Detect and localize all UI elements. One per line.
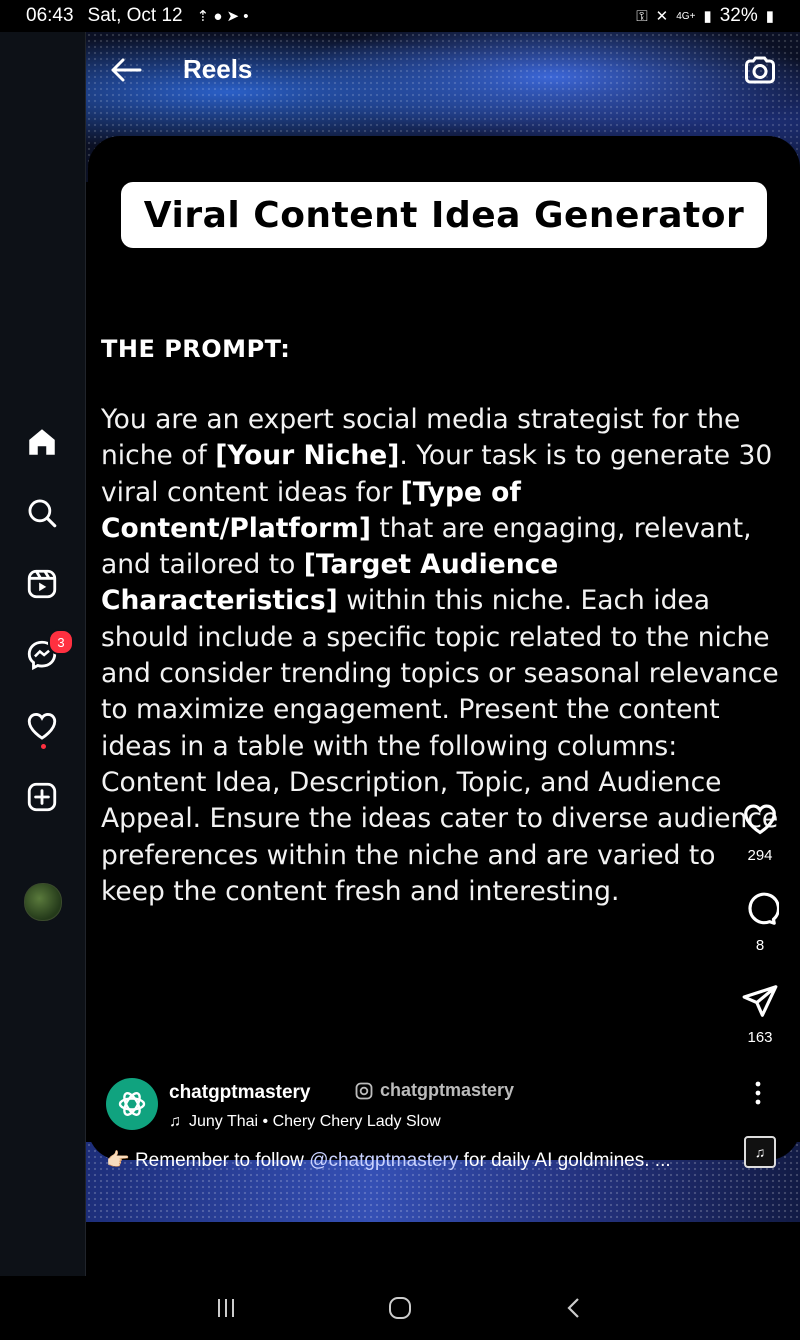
home-icon	[29, 429, 55, 455]
status-bar: 06:43 Sat, Oct 12 ⇡ ● ➤ • ⚿ ✕ 4G+ ▮ 32% …	[0, 0, 800, 32]
search-icon	[28, 499, 57, 528]
share-button[interactable]: 163	[730, 982, 790, 1046]
like-count: 294	[747, 847, 773, 864]
network-type: 4G+	[676, 10, 696, 22]
notification-icons: ⇡ ● ➤ •	[196, 8, 249, 25]
audio-thumbnail[interactable]: ♫	[744, 1136, 776, 1168]
back-nav-button[interactable]	[544, 1290, 604, 1326]
profile-avatar[interactable]	[24, 883, 62, 921]
author-username[interactable]: chatgptmastery	[169, 1082, 311, 1104]
share-count: 163	[747, 1029, 773, 1046]
sidebar-nav: 3	[0, 32, 86, 1276]
caption-text: Remember to follow	[134, 1150, 310, 1171]
instagram-icon	[355, 1082, 373, 1099]
back-button[interactable]	[106, 52, 146, 88]
prompt-text: You are an expert social media strategis…	[101, 402, 787, 910]
pointing-hand-emoji: 👉🏻	[106, 1150, 130, 1171]
reels-icon	[27, 569, 57, 599]
video-watermark: chatgptmastery	[354, 1080, 514, 1101]
home-nav-button[interactable]	[370, 1290, 430, 1326]
notification-dot	[41, 744, 46, 749]
recent-apps-button[interactable]	[196, 1290, 256, 1326]
audio-track-label: Juny Thai • Chery Chery Lady Slow	[189, 1113, 441, 1130]
notifications-button[interactable]	[22, 706, 62, 749]
author-avatar[interactable]	[106, 1078, 158, 1130]
reel-viewer: Reels Viral Content Idea Generator THE P…	[86, 32, 800, 1276]
back-arrow-icon	[111, 58, 142, 82]
camera-button[interactable]	[742, 52, 778, 88]
heart-icon	[744, 804, 776, 835]
system-nav-bar	[0, 1276, 800, 1340]
caption-text-end: for daily AI goldmines. ...	[458, 1150, 671, 1171]
chatgpt-logo-icon	[118, 1092, 146, 1116]
mute-icon: ✕	[655, 8, 669, 25]
recent-apps-icon	[218, 1299, 234, 1317]
camera-icon	[745, 56, 775, 84]
reels-button[interactable]	[22, 564, 62, 604]
messages-badge: 3	[48, 629, 74, 655]
more-options-button[interactable]	[746, 1078, 770, 1108]
create-button[interactable]	[22, 777, 62, 817]
search-button[interactable]	[22, 493, 62, 533]
signal-icon: ▮	[703, 8, 712, 25]
music-note-icon: ♫	[754, 1144, 766, 1160]
reel-title-card: Viral Content Idea Generator	[121, 182, 767, 248]
home-button[interactable]	[22, 422, 62, 462]
comment-count: 8	[755, 937, 765, 954]
comment-icon	[748, 892, 781, 925]
home-circle-icon	[389, 1297, 411, 1319]
prompt-heading: THE PROMPT:	[101, 335, 291, 363]
reel-caption[interactable]: 👉🏻 Remember to follow @chatgptmastery fo…	[106, 1148, 671, 1172]
more-vertical-icon	[755, 1081, 761, 1105]
battery-icon: ▮	[765, 8, 774, 25]
prompt-placeholder: [Your Niche]	[215, 440, 400, 472]
comment-button[interactable]: 8	[730, 890, 790, 954]
plus-square-icon	[27, 782, 57, 812]
page-title: Reels	[183, 54, 253, 84]
status-time: 06:43	[26, 5, 74, 26]
back-chevron-icon	[567, 1298, 579, 1318]
send-icon	[742, 985, 778, 1017]
status-date: Sat, Oct 12	[87, 5, 183, 26]
battery-level: 32%	[719, 5, 758, 26]
heart-icon	[27, 713, 57, 740]
music-note-icon: ♫	[169, 1113, 181, 1130]
prompt-text-part: within this niche. Each idea should incl…	[101, 585, 779, 907]
watermark-text: chatgptmastery	[380, 1080, 515, 1100]
key-icon: ⚿	[636, 7, 648, 25]
caption-mention[interactable]: @chatgptmastery	[309, 1150, 458, 1171]
like-button[interactable]: 294	[730, 800, 790, 864]
audio-track[interactable]: ♫ Juny Thai • Chery Chery Lady Slow	[169, 1113, 441, 1131]
messages-button[interactable]: 3	[22, 629, 74, 675]
